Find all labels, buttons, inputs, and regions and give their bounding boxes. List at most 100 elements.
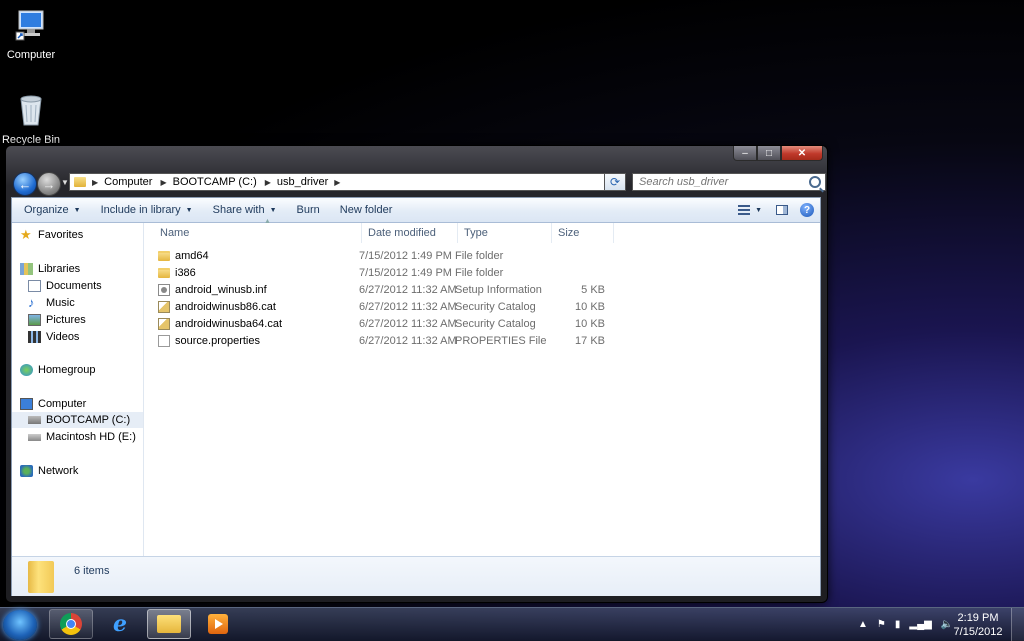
burn-button[interactable]: Burn	[289, 204, 328, 216]
nav-item-label: Videos	[46, 331, 80, 343]
internet-explorer-icon: e	[113, 611, 127, 637]
taskbar-internet-explorer[interactable]: e	[98, 609, 142, 639]
nav-item-homegroup[interactable]: Homegroup	[20, 362, 95, 378]
system-tray: ▲ ⚑ ▮ ▂▄▆ 🔈	[858, 608, 962, 641]
nav-item-label: Homegroup	[38, 364, 96, 376]
close-button[interactable]: ✕	[781, 146, 823, 161]
nav-item-music[interactable]: ♪ Music	[28, 295, 75, 311]
show-desktop-button[interactable]	[1011, 608, 1024, 641]
show-hidden-icons-icon[interactable]: ▲	[858, 619, 868, 630]
item-count: 6 items	[74, 565, 110, 577]
search-box[interactable]	[632, 173, 826, 191]
file-date: 6/27/2012 11:32 AM	[359, 317, 457, 330]
nav-item-videos[interactable]: Videos	[28, 329, 79, 345]
command-bar-right: ▼ ?	[738, 203, 820, 217]
media-player-icon	[208, 614, 228, 634]
action-center-flag-icon[interactable]: ⚑	[877, 619, 886, 630]
file-row[interactable]: i386 7/15/2012 1:49 PM File folder	[154, 264, 624, 281]
nav-item-libraries[interactable]: Libraries	[20, 261, 80, 277]
nav-item-label: Documents	[46, 280, 102, 292]
column-header-type[interactable]: Type	[458, 223, 552, 243]
nav-item-label: Favorites	[38, 229, 84, 241]
back-button[interactable]: ←	[13, 172, 37, 196]
folder-icon	[158, 267, 170, 278]
file-size	[545, 264, 605, 281]
breadcrumb-label: BOOTCAMP (C:)	[172, 176, 257, 188]
organize-button[interactable]: Organize ▼	[16, 204, 89, 216]
power-icon[interactable]: ▮	[895, 619, 901, 630]
file-row[interactable]: android_winusb.inf 6/27/2012 11:32 AM Se…	[154, 281, 624, 298]
breadcrumb-label: usb_driver	[276, 176, 329, 188]
catalog-file-icon	[158, 317, 170, 330]
clock-time: 2:19 PM	[957, 612, 999, 624]
file-row[interactable]: source.properties 6/27/2012 11:32 AM PRO…	[154, 332, 624, 349]
recycle-bin-icon	[20, 95, 42, 126]
nav-item-label: BOOTCAMP (C:)	[46, 414, 131, 426]
file-date: 6/27/2012 11:32 AM	[359, 334, 457, 347]
help-icon[interactable]: ?	[800, 203, 814, 217]
nav-item-documents[interactable]: Documents	[28, 278, 102, 294]
maximize-button[interactable]: □	[757, 146, 781, 161]
videos-icon	[28, 331, 41, 343]
taskbar-media-player[interactable]	[196, 609, 240, 639]
nav-item-network[interactable]: Network	[20, 463, 78, 479]
preview-pane-icon[interactable]	[776, 205, 788, 215]
breadcrumb-computer[interactable]: ▶ Computer	[92, 176, 152, 188]
column-header-date-modified[interactable]: Date modified	[362, 223, 458, 243]
breadcrumb-bootcamp[interactable]: ▶ BOOTCAMP (C:)	[160, 176, 256, 188]
file-date: 6/27/2012 11:32 AM	[359, 300, 457, 313]
column-header-size[interactable]: Size	[552, 223, 614, 243]
nav-item-label: Network	[38, 465, 79, 477]
share-with-label: Share with	[212, 204, 265, 216]
file-name: androidwinusba64.cat	[175, 317, 283, 330]
file-row[interactable]: amd64 7/15/2012 1:49 PM File folder	[154, 247, 624, 264]
start-button[interactable]	[3, 610, 37, 640]
column-header-name[interactable]: ▲ Name	[154, 218, 362, 243]
desktop-icon-recycle-bin[interactable]: Recycle Bin	[0, 93, 62, 146]
file-row[interactable]: androidwinusb86.cat 6/27/2012 11:32 AM S…	[154, 298, 624, 315]
network-signal-icon[interactable]: ▂▄▆	[909, 619, 931, 630]
column-header-label: Name	[160, 227, 190, 239]
change-view-icon[interactable]	[738, 205, 751, 215]
file-date: 7/15/2012 1:49 PM	[359, 249, 452, 262]
file-name: i386	[175, 266, 196, 279]
clock[interactable]: 2:19 PM 7/15/2012	[952, 611, 1004, 639]
chevron-down-icon[interactable]: ▼	[755, 207, 762, 214]
taskbar-windows-explorer[interactable]	[147, 609, 191, 639]
column-header-label: Date modified	[368, 227, 436, 239]
sort-ascending-icon: ▲	[264, 218, 271, 225]
nav-item-favorites[interactable]: ★ Favorites	[20, 227, 83, 243]
taskbar: e ▲ ⚑ ▮ ▂▄▆ 🔈 2:19 PM 7/15/2012	[0, 607, 1024, 641]
chevron-right-icon: ▶	[160, 177, 167, 187]
address-bar[interactable]: ▶Computer ▶BOOTCAMP (C:) ▶usb_driver▶ ▼	[69, 173, 622, 191]
search-input[interactable]	[639, 176, 799, 188]
nav-item-pictures[interactable]: Pictures	[28, 312, 86, 328]
share-with-button[interactable]: Share with ▼	[205, 204, 285, 216]
recent-pages-dropdown[interactable]: ▼	[61, 178, 69, 187]
caption-buttons: – □ ✕	[733, 146, 823, 162]
file-row[interactable]: androidwinusba64.cat 6/27/2012 11:32 AM …	[154, 315, 624, 332]
desktop-icon-computer[interactable]: Computer	[0, 8, 62, 61]
search-icon[interactable]	[809, 176, 821, 188]
details-pane: 6 items	[12, 556, 820, 596]
chevron-down-icon: ▼	[269, 206, 277, 214]
file-type: Security Catalog	[455, 317, 536, 330]
star-icon: ★	[20, 227, 32, 242]
organize-label: Organize	[24, 204, 69, 216]
homegroup-icon	[20, 364, 33, 376]
include-in-library-button[interactable]: Include in library ▼	[93, 204, 201, 216]
breadcrumb-usb-driver[interactable]: ▶ usb_driver ▶	[265, 176, 347, 188]
nav-item-computer[interactable]: Computer	[20, 396, 86, 412]
folder-icon	[157, 615, 181, 633]
nav-item-macintosh-hd[interactable]: Macintosh HD (E:)	[28, 429, 136, 445]
forward-button[interactable]: →	[37, 172, 61, 196]
taskbar-chrome[interactable]	[49, 609, 93, 639]
nav-item-bootcamp[interactable]: BOOTCAMP (C:)	[12, 412, 143, 428]
minimize-button[interactable]: –	[733, 146, 757, 161]
refresh-button[interactable]: ⟳	[604, 173, 626, 191]
navigation-pane: ★ Favorites Libraries Documents ♪ Music …	[12, 223, 144, 556]
folder-icon	[28, 561, 54, 593]
new-folder-button[interactable]: New folder	[332, 204, 401, 216]
file-size: 5 KB	[581, 283, 605, 296]
explorer-frame: Organize ▼ Include in library ▼ Share with…	[11, 197, 821, 596]
